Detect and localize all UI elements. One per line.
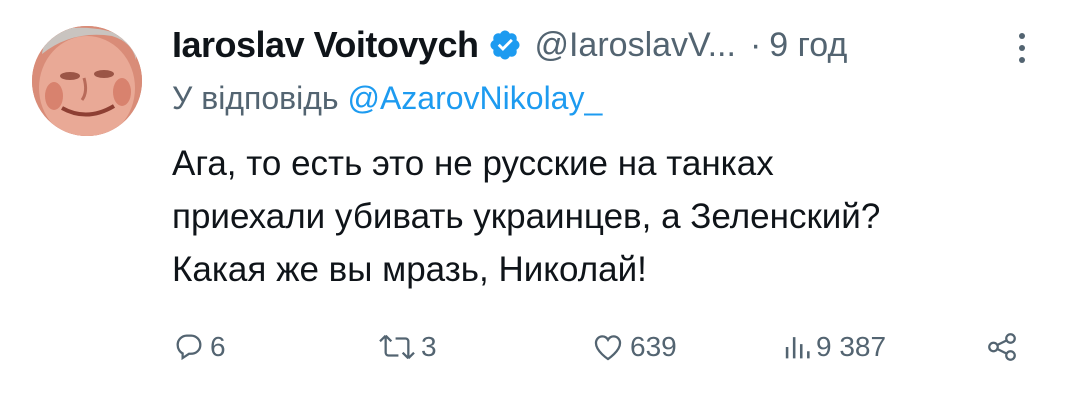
tweet-actions: 6 3 639 9 387 bbox=[172, 330, 1032, 374]
more-vertical-icon[interactable] bbox=[1014, 28, 1030, 68]
tweet-text: Ага, то есть это не русские на танках пр… bbox=[172, 137, 1032, 296]
timestamp[interactable]: 9 год bbox=[769, 26, 847, 65]
avatar-face-image bbox=[32, 26, 142, 136]
tweet-header: Iaroslav Voitovych @IaroslavV... · 9 год bbox=[172, 18, 1052, 72]
views-button[interactable]: 9 387 bbox=[782, 330, 886, 364]
tweet-card[interactable]: Iaroslav Voitovych @IaroslavV... · 9 год… bbox=[0, 0, 1080, 401]
views-count: 9 387 bbox=[816, 331, 887, 362]
retweet-icon bbox=[379, 334, 415, 360]
tweet-text-line: приехали убивать украинцев, а Зеленский? bbox=[172, 197, 881, 236]
reply-icon bbox=[176, 334, 202, 361]
separator-dot: · bbox=[749, 25, 762, 64]
verified-badge-icon[interactable] bbox=[488, 28, 522, 62]
tweet-text-line: Ага, то есть это не русские на танках bbox=[172, 144, 774, 183]
tweet-text-line: Какая же вы мразь, Николай! bbox=[172, 250, 647, 289]
reply-button[interactable]: 6 bbox=[172, 330, 226, 364]
like-button[interactable]: 639 bbox=[590, 330, 677, 364]
share-button[interactable] bbox=[984, 330, 1020, 364]
retweet-button[interactable]: 3 bbox=[377, 330, 437, 364]
author-name[interactable]: Iaroslav Voitovych bbox=[172, 24, 479, 66]
avatar[interactable] bbox=[32, 26, 142, 136]
heart-icon bbox=[594, 335, 622, 361]
author-handle[interactable]: @IaroslavV... bbox=[534, 26, 735, 65]
tweet-content: Iaroslav Voitovych @IaroslavV... · 9 год… bbox=[172, 18, 1052, 296]
reply-prefix: У відповідь bbox=[172, 80, 348, 116]
retweet-count: 3 bbox=[421, 331, 437, 362]
reply-to-line: У відповідь @AzarovNikolay_ bbox=[172, 80, 1052, 117]
reply-count: 6 bbox=[210, 331, 226, 362]
share-icon bbox=[988, 333, 1016, 361]
like-count: 639 bbox=[630, 331, 677, 362]
views-icon bbox=[785, 337, 810, 359]
reply-mention-link[interactable]: @AzarovNikolay_ bbox=[347, 80, 602, 116]
